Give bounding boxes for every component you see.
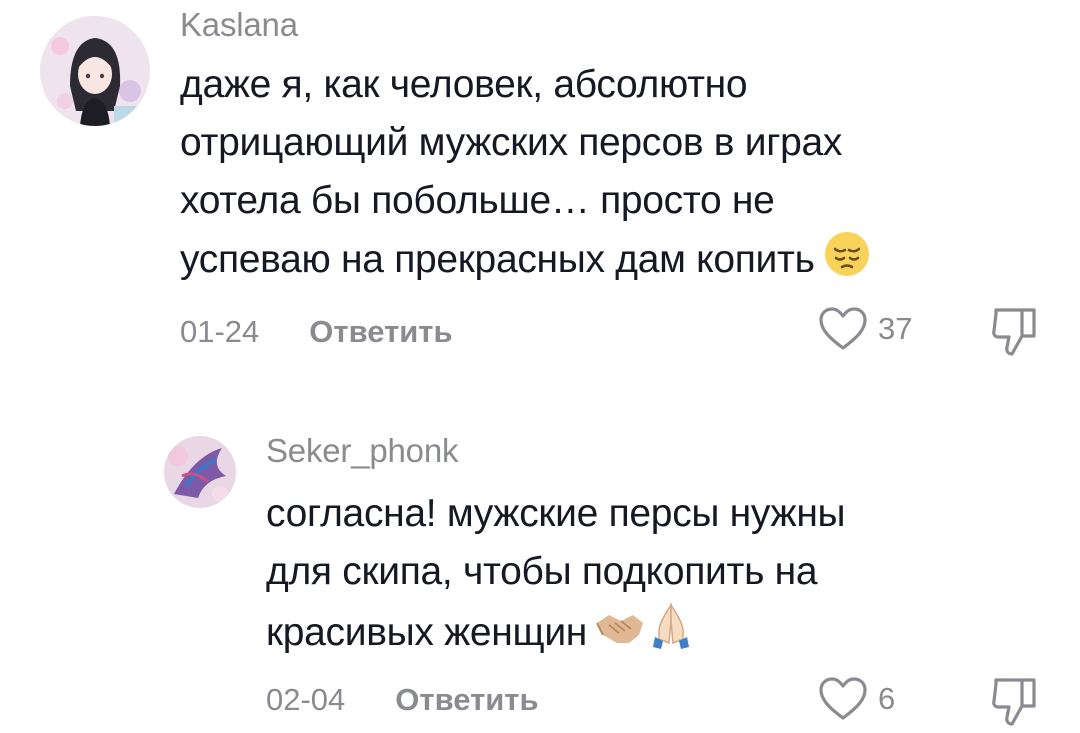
heart-icon xyxy=(819,307,867,350)
comment-date: 01-24 xyxy=(180,314,260,349)
comment-date: 02-04 xyxy=(266,682,346,717)
handshake-emoji xyxy=(595,605,645,668)
like-count: 6 xyxy=(878,681,896,716)
comment-text-line: даже я, как человек, абсолютно xyxy=(180,63,748,106)
heart-icon xyxy=(819,677,867,720)
dislike-button[interactable] xyxy=(990,306,1040,363)
comment-text-line: хотела бы побольше… просто не xyxy=(180,179,775,222)
comment-text-line: отрицающий мужских персов в играх xyxy=(180,121,843,164)
comment-seker-phonk: Seker_phonk согласна! мужские персы нужн… xyxy=(0,420,1080,727)
folded-hands-emoji xyxy=(649,601,693,668)
dislike-button[interactable] xyxy=(990,676,1040,733)
reply-button[interactable]: Ответить xyxy=(395,682,538,718)
reply-button[interactable]: Ответить xyxy=(309,314,452,350)
comment-text-line: для скипа, чтобы подкопить на xyxy=(266,550,818,593)
like-button[interactable]: 6 xyxy=(818,676,895,722)
comment-meta: 02-04 Ответить xyxy=(266,682,539,718)
like-count: 37 xyxy=(878,311,913,346)
pensive-face-emoji xyxy=(823,230,871,295)
avatar[interactable] xyxy=(40,16,150,126)
comment-text: согласна! мужские персы нужны для скипа,… xyxy=(266,485,846,668)
comment-text: даже я, как человек, абсолютно отрицающи… xyxy=(180,56,871,295)
comment-meta: 01-24 Ответить xyxy=(180,314,453,350)
avatar[interactable] xyxy=(164,436,236,508)
comment-text-line: согласна! мужские персы нужны xyxy=(266,492,846,535)
comment-kaslana: Kaslana даже я, как человек, абсолютно о… xyxy=(0,0,1080,380)
like-button[interactable]: 37 xyxy=(818,306,912,352)
comment-text-line: успеваю на прекрасных дам копить xyxy=(180,230,871,295)
comment-username[interactable]: Kaslana xyxy=(180,6,298,44)
comment-username[interactable]: Seker_phonk xyxy=(266,432,458,470)
thumbs-down-icon xyxy=(992,678,1036,726)
comment-text-line: красивых женщин xyxy=(266,601,845,668)
thumbs-down-icon xyxy=(992,308,1036,356)
